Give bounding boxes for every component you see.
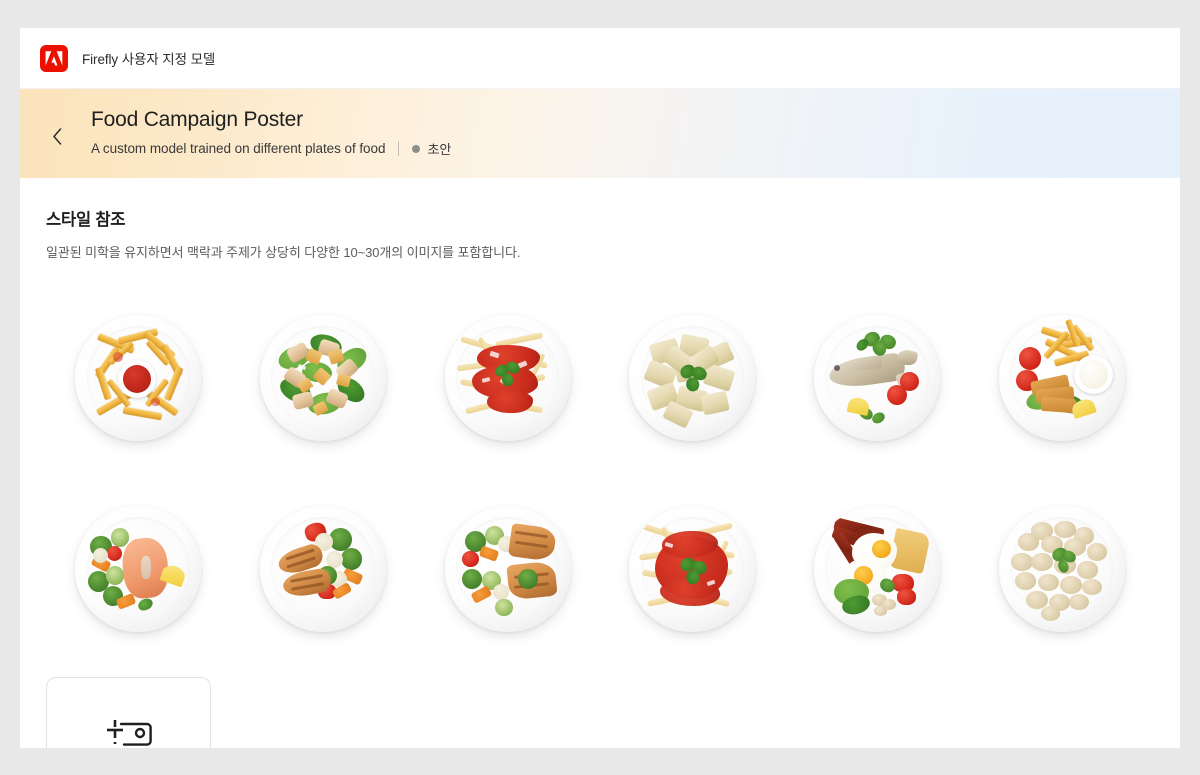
brand-name-label: Firefly 사용자 지정 모델 <box>82 52 216 67</box>
status-badge: 초안 <box>412 139 451 158</box>
reference-image-grilled-whole-fish-with-tomatoes[interactable] <box>785 295 970 460</box>
section-description: 일관된 미학을 유지하면서 맥락과 주제가 상당히 다양한 10~30개의 이미… <box>46 245 521 260</box>
plate <box>259 314 386 441</box>
reference-image-caesar-salad-with-chicken[interactable] <box>231 295 416 460</box>
upload-row <box>46 677 1154 748</box>
reference-image-salmon-steak-with-vegetables[interactable] <box>46 486 231 651</box>
ketchup-bowl <box>118 359 156 398</box>
reference-image-english-breakfast-bacon-eggs-toast[interactable] <box>785 486 970 651</box>
style-reference-section: 스타일 참조 일관된 미학을 유지하면서 맥락과 주제가 상당히 다양한 10~… <box>20 178 1180 748</box>
food-illustration <box>814 506 940 632</box>
food-illustration <box>445 315 571 441</box>
food-illustration <box>445 506 571 632</box>
mayo-bowl <box>1074 354 1114 394</box>
food-illustration <box>629 506 755 632</box>
page-title: Food Campaign Poster <box>91 107 303 131</box>
reference-image-spaghetti-bolognese[interactable] <box>415 295 600 460</box>
plate <box>444 505 571 632</box>
back-button[interactable] <box>40 120 74 154</box>
project-header-banner: Food Campaign Poster A custom model trai… <box>20 88 1180 178</box>
food-illustration <box>75 506 201 632</box>
brand-lockup[interactable]: Firefly 사용자 지정 모델 <box>40 44 216 72</box>
add-image-icon <box>106 717 152 747</box>
food-illustration <box>260 506 386 632</box>
plate <box>259 505 386 632</box>
plate <box>75 314 202 441</box>
food-illustration <box>999 506 1125 632</box>
reference-image-french-fries-with-ketchup[interactable] <box>46 295 231 460</box>
plate <box>629 314 756 441</box>
reference-image-fish-sticks-with-fries-and-mayo[interactable] <box>969 295 1154 460</box>
subtitle-divider <box>398 141 400 157</box>
plate <box>998 505 1125 632</box>
project-description: A custom model trained on different plat… <box>91 141 386 157</box>
adobe-logo-icon <box>40 44 68 72</box>
reference-image-ravioli-with-basil[interactable] <box>600 295 785 460</box>
plate <box>75 505 202 632</box>
food-illustration <box>629 315 755 441</box>
food-illustration <box>814 315 940 441</box>
add-image-upload-card[interactable] <box>46 677 211 748</box>
app-window: Firefly 사용자 지정 모델 Food Campaign Poster A… <box>20 28 1180 748</box>
food-illustration <box>260 315 386 441</box>
top-navigation-bar: Firefly 사용자 지정 모델 <box>20 28 1180 88</box>
reference-image-grilled-fish-with-vegetables[interactable] <box>415 486 600 651</box>
reference-image-grilled-chicken-with-vegetables[interactable] <box>231 486 416 651</box>
reference-image-dumplings-pelmeni[interactable] <box>969 486 1154 651</box>
project-subtitle-row: A custom model trained on different plat… <box>91 139 451 158</box>
plate <box>629 505 756 632</box>
plate <box>813 505 940 632</box>
reference-image-pasta-with-tomato-sauce[interactable] <box>600 486 785 651</box>
section-title: 스타일 참조 <box>46 211 126 229</box>
plate <box>813 314 940 441</box>
chevron-left-icon <box>52 128 63 145</box>
plate <box>444 314 571 441</box>
status-dot-icon <box>412 144 421 153</box>
plate <box>998 314 1125 441</box>
status-label: 초안 <box>427 142 452 158</box>
project-header-text: Food Campaign Poster A custom model trai… <box>91 107 451 160</box>
reference-image-grid <box>46 295 1154 651</box>
